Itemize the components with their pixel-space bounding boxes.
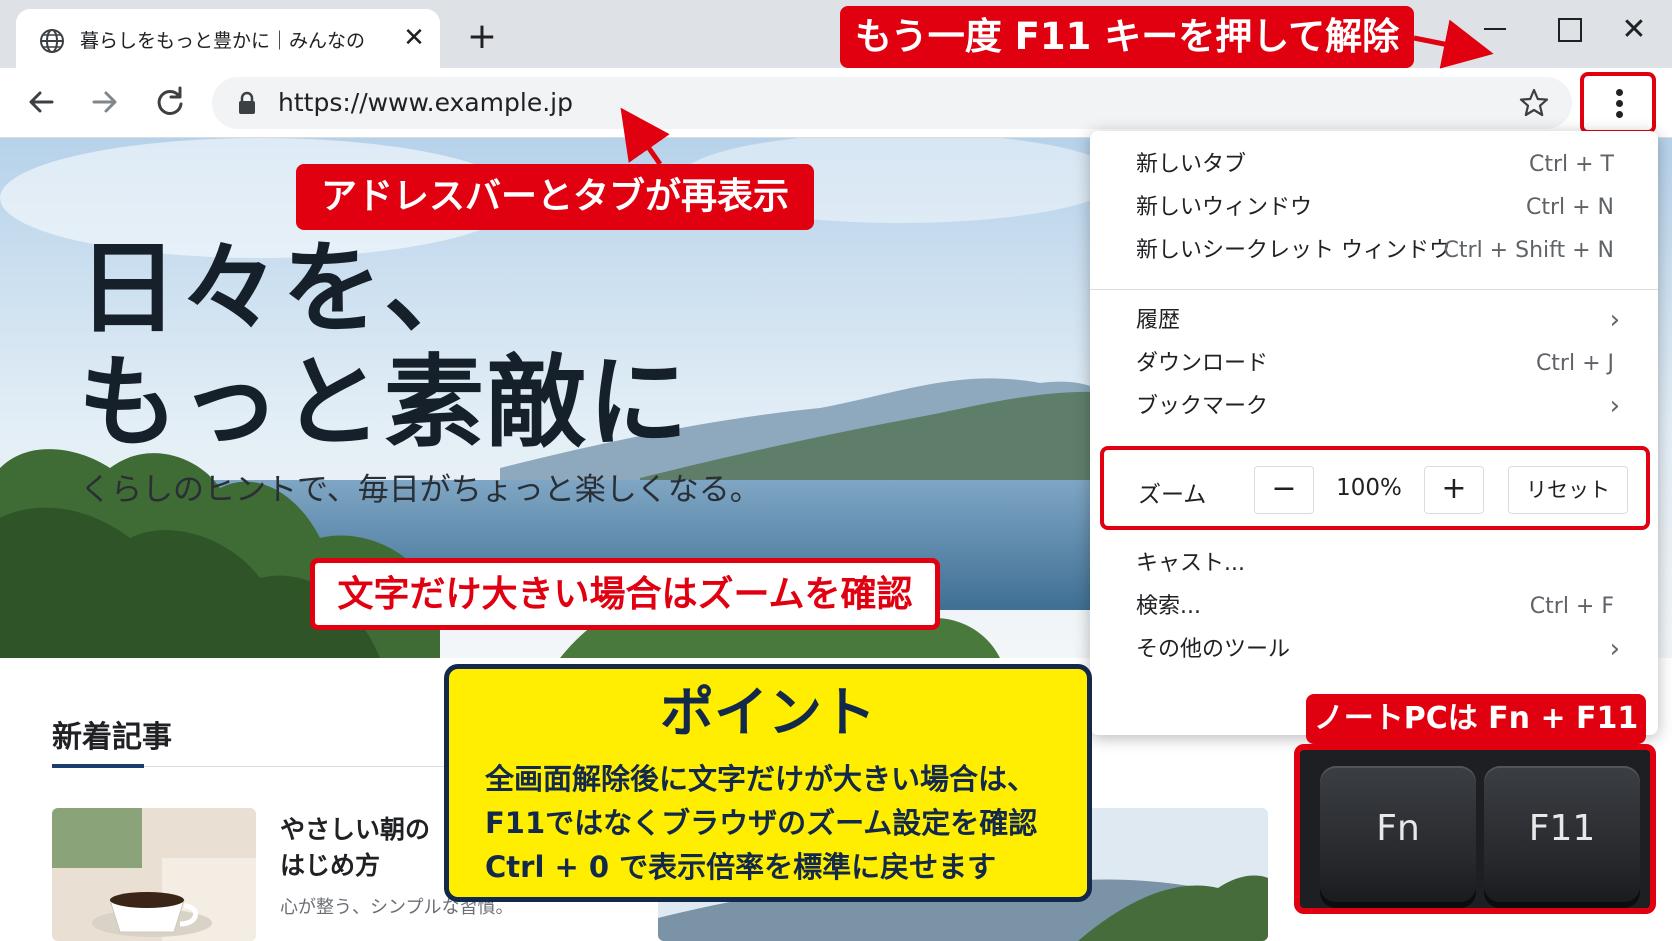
forward-arrow-icon[interactable]	[82, 80, 126, 124]
minimize-button[interactable]	[1474, 10, 1518, 50]
reload-icon[interactable]	[148, 80, 192, 124]
menu-item-label: 新しいウィンドウ	[1136, 195, 1313, 220]
address-bar[interactable]: https://www.example.jp	[212, 77, 1572, 129]
zoom-control-highlight: ズーム − 100% + リセット	[1100, 446, 1650, 530]
menu-item-downloads[interactable]: ダウンロード Ctrl + J	[1090, 344, 1658, 384]
back-arrow-icon[interactable]	[20, 80, 64, 124]
point-box: ポイント 全画面解除後に文字だけが大きい場合は、 F11ではなくブラウザのズーム…	[444, 664, 1092, 902]
menu-item-label: 新しいタブ	[1136, 152, 1247, 177]
menu-item-label: 新しいシークレット ウィンドウ	[1136, 238, 1451, 263]
callout-check-zoom: 文字だけ大きい場合はズームを確認	[310, 558, 940, 630]
fn-key-label: Fn	[1376, 808, 1420, 849]
coffee-photo	[52, 808, 256, 941]
chevron-right-icon: ›	[1609, 634, 1620, 664]
menu-item-cast[interactable]: キャスト...	[1090, 544, 1658, 584]
tab-strip: 暮らしをもっと豊かに｜みんなの ✕ + ✕	[0, 0, 1672, 68]
menu-item-label: ダウンロード	[1136, 351, 1269, 376]
menu-separator	[1090, 289, 1658, 290]
maximize-button[interactable]	[1546, 10, 1590, 50]
menu-item-new-window[interactable]: 新しいウィンドウ Ctrl + N	[1090, 188, 1658, 228]
browser-menu: 新しいタブ Ctrl + T 新しいウィンドウ Ctrl + N 新しいシークレ…	[1090, 131, 1658, 735]
hero-subtitle: くらしのヒントで、毎日がちょっと楽しくなる。	[80, 472, 761, 508]
menu-item-shortcut: Ctrl + Shift + N	[1443, 238, 1614, 263]
menu-item-bookmarks[interactable]: ブックマーク ›	[1090, 387, 1658, 427]
new-tab-button[interactable]: +	[462, 17, 502, 57]
callout-notebook-fn-f11: ノートPCは Fn + F11	[1306, 694, 1646, 744]
zoom-label: ズーム	[1138, 482, 1207, 508]
point-line2: F11ではなくブラウザのズーム設定を確認	[485, 806, 1038, 840]
keyboard-keys-photo: Fn F11	[1294, 744, 1656, 914]
callout-address-bar-restored: アドレスバーとタブが再表示	[296, 164, 814, 230]
point-line3: Ctrl + 0 で表示倍率を標準に戻せます	[485, 850, 997, 884]
point-title: ポイント	[660, 681, 876, 744]
f11-key-label: F11	[1528, 808, 1596, 849]
section-accent-bar	[52, 764, 144, 768]
menu-item-shortcut: Ctrl + J	[1535, 351, 1614, 376]
menu-item-find[interactable]: 検索... Ctrl + F	[1090, 587, 1658, 627]
bookmark-star-icon[interactable]	[1518, 87, 1550, 119]
menu-item-shortcut: Ctrl + N	[1525, 195, 1614, 220]
callout-press-f11-again: もう一度 F11 キーを押して解除	[840, 6, 1414, 68]
browser-tab-active[interactable]: 暮らしをもっと豊かに｜みんなの ✕	[16, 9, 440, 68]
section-title: 新着記事	[52, 720, 172, 755]
zoom-out-button[interactable]: −	[1254, 466, 1314, 514]
point-line1: 全画面解除後に文字だけが大きい場合は、	[485, 762, 1037, 796]
globe-icon	[40, 29, 64, 53]
lock-icon[interactable]	[236, 91, 258, 115]
hero-headline: 日々を、 もっと素敵に	[78, 232, 690, 460]
menu-item-label: キャスト...	[1136, 551, 1245, 576]
tab-close-icon[interactable]: ✕	[400, 24, 428, 52]
menu-kebab-icon[interactable]	[1580, 72, 1656, 134]
chevron-right-icon: ›	[1609, 305, 1620, 335]
menu-item-label: ブックマーク	[1136, 394, 1269, 419]
menu-item-shortcut: Ctrl + T	[1528, 152, 1614, 177]
hero-headline-line2: もっと素敵に	[78, 344, 690, 461]
tab-title: 暮らしをもっと豊かに｜みんなの	[80, 30, 366, 52]
menu-item-shortcut: Ctrl + F	[1529, 594, 1614, 619]
menu-item-incognito[interactable]: 新しいシークレット ウィンドウ Ctrl + Shift + N	[1090, 231, 1658, 271]
article-title[interactable]: やさしい朝のはじめ方	[280, 812, 450, 884]
zoom-level-value: 100%	[1336, 475, 1402, 501]
menu-item-new-tab[interactable]: 新しいタブ Ctrl + T	[1090, 145, 1658, 185]
menu-item-label: その他のツール	[1136, 637, 1291, 662]
menu-item-label: 検索...	[1136, 594, 1201, 619]
article-thumbnail-coffee[interactable]	[52, 808, 256, 941]
chevron-right-icon: ›	[1609, 391, 1620, 421]
browser-toolbar: https://www.example.jp	[0, 68, 1672, 138]
zoom-reset-button[interactable]: リセット	[1508, 466, 1628, 514]
url-text[interactable]: https://www.example.jp	[278, 88, 573, 118]
f11-key: F11	[1484, 766, 1640, 902]
menu-item-history[interactable]: 履歴 ›	[1090, 301, 1658, 341]
point-body: 全画面解除後に文字だけが大きい場合は、 F11ではなくブラウザのズーム設定を確認…	[485, 757, 1075, 889]
zoom-in-button[interactable]: +	[1424, 466, 1484, 514]
menu-item-label: 履歴	[1136, 308, 1181, 333]
window-close-button[interactable]: ✕	[1612, 10, 1656, 50]
menu-item-more-tools[interactable]: その他のツール ›	[1090, 630, 1658, 670]
fn-key: Fn	[1320, 766, 1476, 902]
hero-headline-line1: 日々を、	[78, 230, 486, 347]
